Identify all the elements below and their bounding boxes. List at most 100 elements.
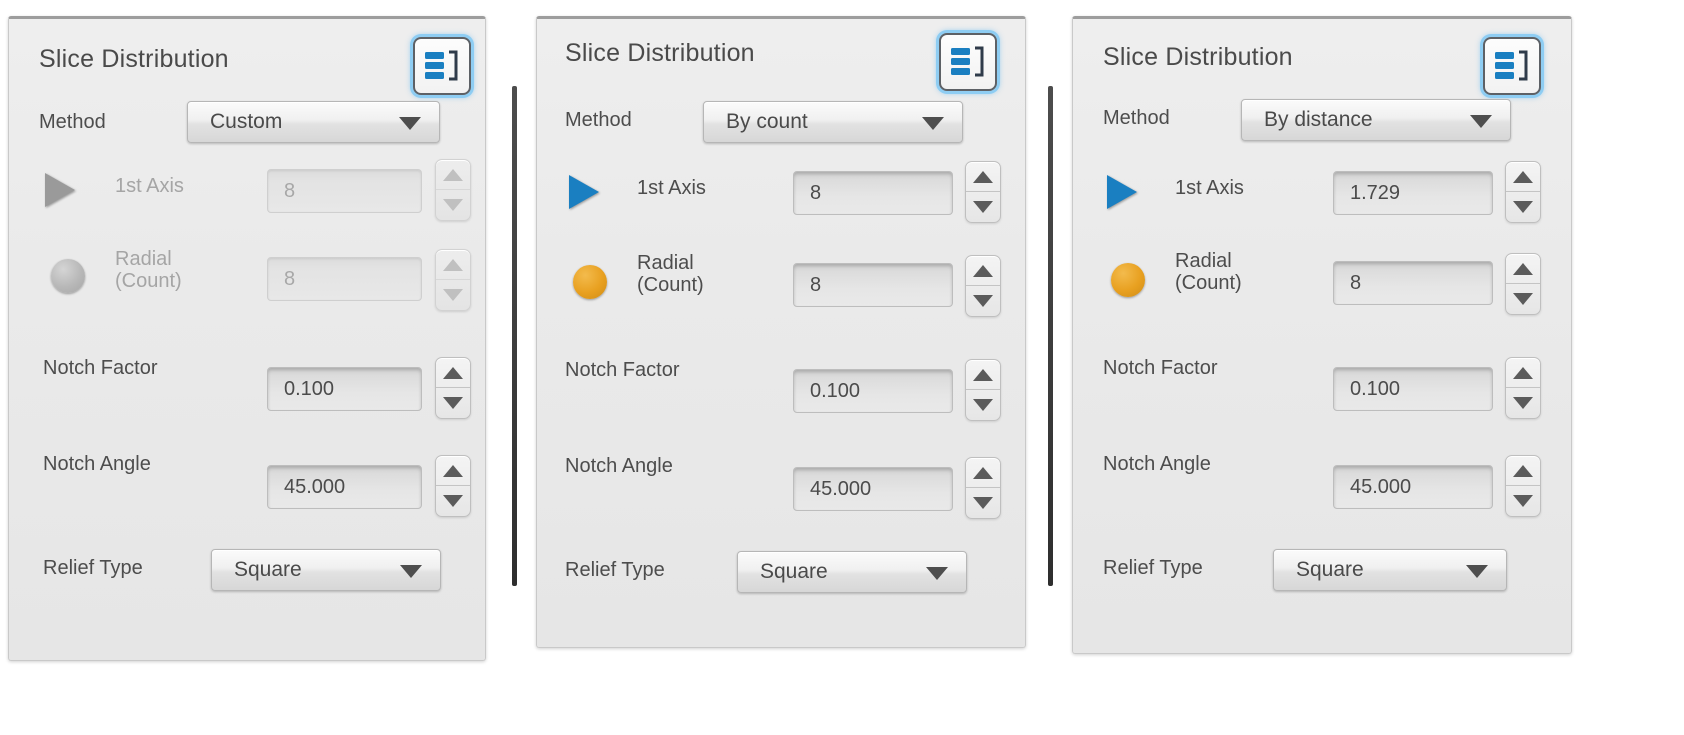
triangle-up-icon: [443, 464, 463, 477]
notch-angle-input[interactable]: 45.000: [1333, 465, 1493, 509]
relief-type-label: Relief Type: [565, 559, 665, 581]
row-notch-angle: Notch Angle 45.000: [9, 433, 485, 533]
notch-angle-input[interactable]: 45.000: [267, 465, 422, 509]
radial-input[interactable]: 8: [1333, 261, 1493, 305]
notch-angle-stepper-up[interactable]: [436, 456, 470, 486]
notch-factor-stepper-up[interactable]: [436, 358, 470, 388]
notch-angle-stepper[interactable]: [965, 457, 1001, 519]
first-axis-toggle-triangle-right-icon[interactable]: [1107, 175, 1137, 209]
row-notch-factor: Notch Factor 0.100: [537, 341, 1025, 437]
triangle-down-icon: [973, 201, 993, 213]
list-view-button[interactable]: [939, 33, 997, 91]
notch-angle-stepper-up[interactable]: [1506, 456, 1540, 486]
relief-type-dropdown[interactable]: Square: [211, 549, 441, 591]
radial-stepper-down[interactable]: [436, 280, 470, 310]
triangle-up-icon: [973, 264, 993, 277]
first-axis-stepper-up[interactable]: [1506, 162, 1540, 192]
method-dropdown[interactable]: By distance: [1241, 99, 1511, 141]
chevron-down-icon: [926, 567, 948, 580]
triangle-down-icon: [443, 397, 463, 409]
chevron-down-icon: [1466, 565, 1488, 578]
triangle-down-icon: [1513, 293, 1533, 305]
relief-type-label: Relief Type: [43, 557, 143, 579]
notch-angle-label: Notch Angle: [1103, 453, 1211, 475]
radial-stepper-up[interactable]: [436, 250, 470, 280]
first-axis-toggle-triangle-right-icon[interactable]: [569, 175, 599, 209]
notch-angle-value: 45.000: [810, 477, 872, 500]
row-radial: Radial (Count) 8: [1073, 243, 1571, 339]
notch-factor-stepper-up[interactable]: [966, 360, 1000, 390]
triangle-up-icon: [443, 258, 463, 271]
triangle-up-icon: [973, 170, 993, 183]
list-view-button[interactable]: [413, 37, 471, 95]
radial-label-line1: Radial: [1175, 250, 1232, 272]
notch-factor-stepper[interactable]: [435, 357, 471, 419]
first-axis-stepper[interactable]: [435, 159, 471, 221]
radial-toggle-circle-icon[interactable]: [573, 265, 607, 299]
notch-angle-stepper-down[interactable]: [1506, 486, 1540, 516]
notch-factor-stepper-down[interactable]: [436, 388, 470, 418]
notch-factor-stepper[interactable]: [965, 359, 1001, 421]
radial-value: 8: [810, 273, 822, 296]
row-relief-type: Relief Type Square: [1073, 535, 1571, 615]
notch-angle-stepper-down[interactable]: [436, 486, 470, 516]
first-axis-stepper-down[interactable]: [436, 190, 470, 220]
relief-type-dropdown[interactable]: Square: [737, 551, 967, 593]
list-view-button[interactable]: [1483, 37, 1541, 95]
radial-input[interactable]: 8: [267, 257, 422, 301]
notch-factor-input[interactable]: 0.100: [267, 367, 422, 411]
notch-factor-stepper-up[interactable]: [1506, 358, 1540, 388]
row-first-axis: 1st Axis 8: [537, 155, 1025, 245]
list-bracket-icon: [950, 45, 986, 79]
panel-header: Slice Distribution: [1073, 19, 1571, 95]
radial-stepper[interactable]: [1505, 253, 1541, 315]
notch-angle-stepper-up[interactable]: [966, 458, 1000, 488]
first-axis-input[interactable]: 1.729: [1333, 171, 1493, 215]
first-axis-input[interactable]: 8: [267, 169, 422, 213]
notch-factor-stepper-down[interactable]: [1506, 388, 1540, 418]
method-dropdown[interactable]: Custom: [187, 101, 440, 143]
notch-angle-stepper-down[interactable]: [966, 488, 1000, 518]
first-axis-stepper-down[interactable]: [966, 192, 1000, 222]
radial-stepper-up[interactable]: [966, 256, 1000, 286]
panel-rows: Method By distance 1st Axis 1.729 Radial…: [1073, 93, 1571, 615]
notch-angle-stepper[interactable]: [435, 455, 471, 517]
relief-type-dropdown-value: Square: [1296, 558, 1364, 581]
radial-input[interactable]: 8: [793, 263, 953, 307]
first-axis-stepper-down[interactable]: [1506, 192, 1540, 222]
first-axis-stepper-up[interactable]: [436, 160, 470, 190]
first-axis-stepper[interactable]: [965, 161, 1001, 223]
radial-stepper-up[interactable]: [1506, 254, 1540, 284]
triangle-up-icon: [973, 466, 993, 479]
relief-type-label: Relief Type: [1103, 557, 1203, 579]
method-label: Method: [39, 110, 106, 133]
first-axis-stepper[interactable]: [1505, 161, 1541, 223]
first-axis-toggle-triangle-right-icon[interactable]: [45, 173, 75, 207]
first-axis-label: 1st Axis: [115, 175, 184, 197]
notch-factor-input[interactable]: 0.100: [793, 369, 953, 413]
radial-stepper[interactable]: [965, 255, 1001, 317]
method-dropdown[interactable]: By count: [703, 101, 963, 143]
notch-angle-stepper[interactable]: [1505, 455, 1541, 517]
relief-type-dropdown[interactable]: Square: [1273, 549, 1507, 591]
method-dropdown-value: By distance: [1264, 108, 1373, 131]
notch-factor-stepper-down[interactable]: [966, 390, 1000, 420]
triangle-down-icon: [443, 495, 463, 507]
notch-angle-input[interactable]: 45.000: [793, 467, 953, 511]
radial-stepper-down[interactable]: [966, 286, 1000, 316]
first-axis-stepper-up[interactable]: [966, 162, 1000, 192]
radial-label-line2: (Count): [637, 273, 704, 296]
radial-toggle-circle-icon[interactable]: [1111, 263, 1145, 297]
chevron-down-icon: [922, 117, 944, 130]
slice-distribution-panel-1: Slice Distribution Method Custom 1st Axi…: [8, 16, 486, 661]
radial-toggle-circle-icon[interactable]: [51, 259, 85, 293]
radial-stepper-down[interactable]: [1506, 284, 1540, 314]
notch-factor-stepper[interactable]: [1505, 357, 1541, 419]
first-axis-input[interactable]: 8: [793, 171, 953, 215]
notch-factor-input[interactable]: 0.100: [1333, 367, 1493, 411]
radial-stepper[interactable]: [435, 249, 471, 311]
triangle-up-icon: [1513, 262, 1533, 275]
row-relief-type: Relief Type Square: [9, 533, 485, 613]
radial-value: 8: [284, 267, 296, 290]
chevron-down-icon: [400, 565, 422, 578]
